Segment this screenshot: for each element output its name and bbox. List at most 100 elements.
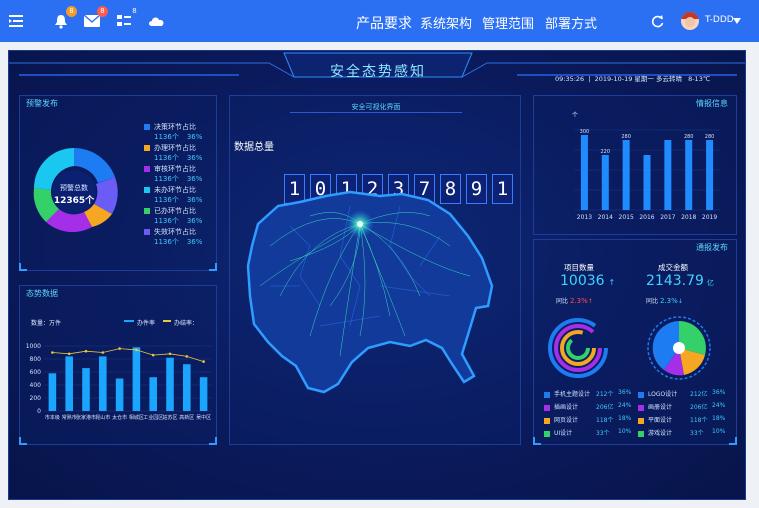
center-panel: 安全可视化界面 数据总量 101237891 <box>229 95 521 445</box>
alert-legend-label: 已办环节占比 <box>154 207 196 215</box>
intel-bar-label: 220 <box>601 149 611 155</box>
bulletin-legend-count: 206亿 <box>690 404 708 411</box>
bulletin-legend-label: 网页设计 <box>554 417 579 424</box>
intel-xtick: 2018 <box>681 214 696 221</box>
alert-legend-label: 审核环节占比 <box>154 165 196 173</box>
alert-legend-values: 1136个 36% <box>154 237 202 247</box>
alert-legend-swatch <box>144 229 150 235</box>
alert-legend-count: 1136个 <box>154 217 179 225</box>
trend-panel: 态势数据 数量：万件 办件率 办结率： 0 200 400 600 800 1000 市本级… <box>19 285 217 445</box>
alert-legend-swatch <box>144 166 150 172</box>
bulletin-legend-swatch <box>638 417 644 424</box>
bulletin-legend-label: UI设计 <box>554 430 573 437</box>
alert-legend-swatch <box>144 187 150 193</box>
bulletin-legend-item: UI设计 33个 10% <box>544 428 631 437</box>
bulletin-legend-count: 206亿 <box>596 404 614 411</box>
bulletin-legend-label: 游戏设计 <box>648 430 673 437</box>
bulletin-legend-item: 画册设计 206亿 24% <box>638 402 725 411</box>
bulletin-legend-swatch <box>544 430 550 437</box>
bulletin-legend-pct: 18% <box>618 415 632 422</box>
top-bar: 8 8 8 产品要求 系统架构 管理范围 部署方式 T-DDD <box>0 0 759 42</box>
trend-bar <box>65 356 73 411</box>
trend-point <box>135 348 138 352</box>
trend-point <box>84 349 88 353</box>
nav-deployment[interactable]: 部署方式 <box>545 13 597 32</box>
trend-ytick: 1000 <box>26 343 41 350</box>
alert-legend-count: 1136个 <box>154 154 179 162</box>
alert-legend-count: 1136个 <box>154 196 179 204</box>
alert-legend-values: 1136个 36% <box>154 216 202 226</box>
alert-legend-swatch <box>144 124 150 130</box>
bulletin-legend-label: 平面设计 <box>648 417 673 424</box>
alert-panel: 预警发布 预警总数 12365个 决策环节占比 1136个 36% 办理环节占比 113… <box>19 95 217 271</box>
header-time: 09:35:26 <box>555 75 585 83</box>
intel-bar <box>622 140 630 210</box>
bulletin-legend-item: 手机主题设计 212个 36% <box>544 389 631 398</box>
alert-legend-pct: 36% <box>186 133 203 141</box>
trend-point <box>67 352 71 356</box>
trend-xtick: 高新区 <box>179 414 194 421</box>
username[interactable]: T-DDD <box>705 15 734 25</box>
bulletin-legend-pct: 10% <box>712 428 726 435</box>
trend-bar <box>99 356 107 411</box>
alert-legend-pct: 36% <box>186 175 203 183</box>
refresh-icon[interactable] <box>646 10 668 32</box>
alert-legend-values: 1136个 36% <box>154 132 202 142</box>
alert-legend-pct: 36% <box>186 154 203 162</box>
mail-icon[interactable]: 8 <box>81 6 108 32</box>
trend-xtick: 工业园区 <box>143 414 163 421</box>
menu-toggle-icon[interactable] <box>6 10 28 32</box>
nav-architecture[interactable]: 系统架构 <box>420 13 472 32</box>
alert-legend-values: 1136个 36% <box>154 174 202 184</box>
bulletin-legend-label: LOGO设计 <box>648 391 678 398</box>
bell-icon[interactable]: 8 <box>50 6 77 32</box>
dashboard-frame: 安全态势感知 09:35:26 | 2019-10-19 星期一 多云转晴 8-… <box>8 50 746 500</box>
bulletin-panel: 通报发布 项目数量 10036 ↑ 同比 2.3%↑ 成交金额 2143.79 亿 … <box>533 239 737 445</box>
bulletin-legend-swatch <box>638 404 644 411</box>
bulletin-legend-label: 手机主题设计 <box>554 391 591 398</box>
bulletin-legend-item: 游戏设计 33个 10% <box>638 428 725 437</box>
trend-xtick: 吴中区 <box>196 414 211 421</box>
header-weather: 多云转晴 <box>656 75 682 83</box>
bulletin-legend-item: 平面设计 118个 18% <box>638 415 725 424</box>
trend-bar <box>149 377 157 411</box>
trend-point <box>185 355 189 358</box>
trend-xtick: 常熟市 <box>62 414 77 421</box>
intel-chart: 300 2013 220 2014 280 2015 2016 2017 280 2018 280 2… <box>574 129 720 221</box>
alert-legend-item: 未办环节占比 <box>144 185 196 195</box>
nav-product[interactable]: 产品要求 <box>356 13 412 33</box>
alert-legend-count: 1136个 <box>154 175 179 183</box>
bulletin-legend-swatch <box>544 417 550 424</box>
alert-legend-swatch <box>144 145 150 151</box>
trend-xtick: 太仓市 <box>112 414 127 421</box>
bulletin-legend-pct: 10% <box>618 428 632 435</box>
bulletin-legend-swatch <box>638 430 644 437</box>
chevron-down-icon[interactable] <box>732 12 742 30</box>
trend-bar <box>132 347 141 411</box>
intel-xtick: 2015 <box>619 214 634 221</box>
alert-legend-count: 1136个 <box>154 238 179 246</box>
intel-bar <box>601 155 609 210</box>
trend-bar <box>199 377 208 411</box>
bulletin-legend-pct: 36% <box>712 389 726 396</box>
trend-bar <box>166 357 174 411</box>
trend-xtick: 张家港市 <box>76 414 96 421</box>
trend-ytick: 800 <box>30 356 42 363</box>
trend-xtick: 姑苏区 <box>162 414 177 421</box>
alert-legend-item: 失效环节占比 <box>144 227 196 237</box>
message-list-icon[interactable]: 8 <box>113 7 137 32</box>
bulletin-legend-pct: 36% <box>618 389 632 396</box>
intel-bar-label: 280 <box>621 134 631 140</box>
trend-ytick: 0 <box>37 408 41 415</box>
bulletin-legend-swatch <box>638 391 644 398</box>
alert-legend-label: 办理环节占比 <box>154 144 196 152</box>
avatar[interactable] <box>681 12 699 30</box>
alert-legend-label: 未办环节占比 <box>154 186 196 194</box>
bulletin-legend-count: 33个 <box>596 430 610 437</box>
nav-scope[interactable]: 管理范围 <box>482 13 534 32</box>
trend-point <box>151 353 155 357</box>
trend-point <box>202 360 205 363</box>
alert-legend-label: 失效环节占比 <box>154 228 196 236</box>
bulletin-legend-pct: 24% <box>712 402 726 409</box>
cloud-icon[interactable] <box>146 10 168 32</box>
